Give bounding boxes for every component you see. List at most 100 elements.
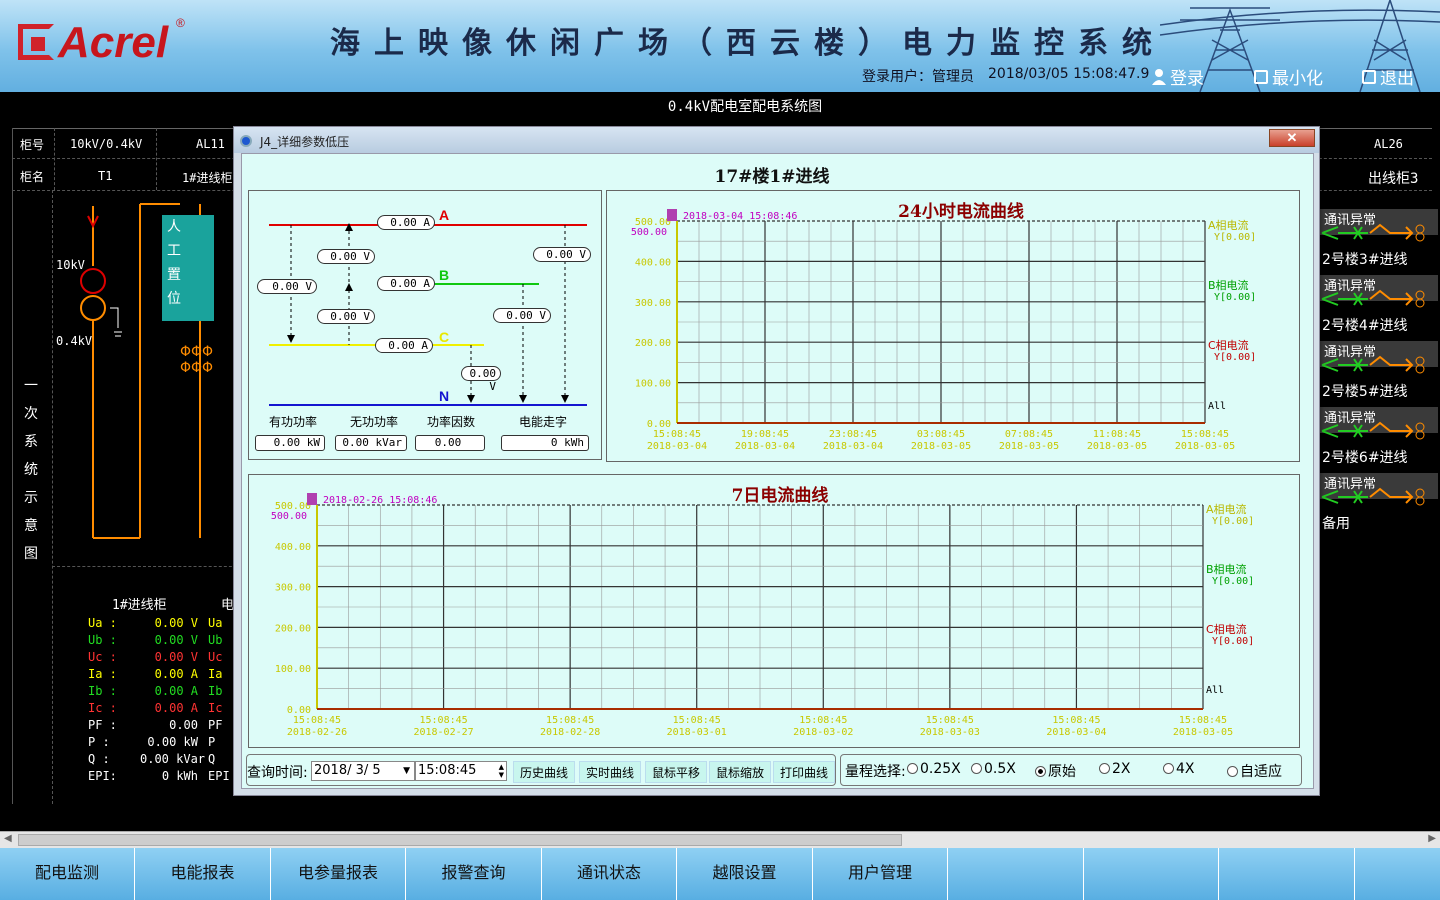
y-tick-label: 200.00 <box>275 623 311 634</box>
range-option[interactable]: 原始 <box>1035 761 1076 781</box>
right-cabinet-name: 2号楼5#进线 <box>1322 384 1408 400</box>
user-label: 登录用户：管理员 <box>862 69 974 85</box>
scroll-right-icon[interactable]: ▶ <box>1428 833 1436 844</box>
radio-icon[interactable] <box>1035 766 1046 777</box>
nav-item[interactable] <box>1084 848 1219 900</box>
scrollbar-thumb[interactable] <box>18 834 902 846</box>
radio-icon[interactable] <box>1227 766 1238 777</box>
measurement-row-2: P <box>208 735 216 749</box>
ubc-box: 0.00 V <box>317 309 375 324</box>
y-top-label: 500.00 <box>271 511 307 522</box>
measurement-row: EPI: 0 kWh <box>88 769 198 783</box>
login-button[interactable]: 登录 <box>1152 64 1204 89</box>
radio-icon[interactable] <box>1099 763 1110 774</box>
legend-entry: B相电流 <box>1208 278 1249 292</box>
right-cabinet-row[interactable]: 通讯异常 2号楼3#进线 <box>1320 205 1438 271</box>
nav-item[interactable]: 电参量报表 <box>271 848 406 900</box>
measurement-row: Uc :0.00 V <box>88 650 198 664</box>
time-spinner[interactable]: 15:08:45 ▲ ▼ <box>415 761 507 781</box>
phase-a-label: A <box>439 207 450 223</box>
legend-all[interactable]: All <box>1208 401 1226 412</box>
legend-value: Y[0.00] <box>1212 576 1254 587</box>
range-option[interactable]: 4X <box>1163 761 1195 777</box>
right-cabinet-row[interactable]: 通讯异常 2号楼6#进线 <box>1320 403 1438 469</box>
x-tick-time: 15:08:45 <box>799 715 847 726</box>
cabinet-no-last: AL26 <box>1374 137 1403 151</box>
dropdown-arrow-icon: ▼ <box>403 766 410 776</box>
x-tick-time: 15:08:45 <box>293 715 341 726</box>
date-picker[interactable]: 2018/ 3/ 5 ▼ <box>311 761 415 781</box>
measurement-row-2: Ia <box>208 667 223 681</box>
nav-item[interactable]: 通讯状态 <box>542 848 677 900</box>
nav-item[interactable]: 报警查询 <box>407 848 542 900</box>
ia-box: 0.00 A <box>377 215 435 230</box>
horizontal-scrollbar[interactable]: ◀ ▶ <box>0 831 1440 848</box>
radio-icon[interactable] <box>1163 763 1174 774</box>
history-curve-button[interactable]: 历史曲线 <box>513 761 575 783</box>
y-tick-label: 400.00 <box>635 257 671 268</box>
nav-item[interactable]: 越限设置 <box>678 848 813 900</box>
y-tick-label: 100.00 <box>275 664 311 675</box>
user-name: 管理员 <box>932 69 974 85</box>
x-tick-time: 15:08:45 <box>546 715 594 726</box>
nav-item[interactable]: 配电监测 <box>0 848 135 900</box>
y-tick-label: 300.00 <box>275 583 311 594</box>
nav-item[interactable] <box>1355 848 1440 900</box>
switch-symbol-icon <box>1321 421 1425 440</box>
legend-value: Y[0.00] <box>1214 292 1256 303</box>
range-option[interactable]: 0.5X <box>971 761 1016 777</box>
x-tick-date: 2018-03-05 <box>1173 727 1233 738</box>
measurement-row-2: PF <box>208 718 223 732</box>
x-tick-date: 2018-03-01 <box>667 727 727 738</box>
nav-item[interactable]: 用户管理 <box>813 848 948 900</box>
active-power-value: 0.00 kW <box>255 435 325 451</box>
cabinet-no-2: AL11 <box>196 137 225 151</box>
radio-icon[interactable] <box>971 763 982 774</box>
ic-box: 0.00 A <box>375 338 433 353</box>
diagram-title: 0.4kV配电室配电系统图 <box>667 99 823 115</box>
realtime-curve-button[interactable]: 实时曲线 <box>579 761 641 783</box>
range-option[interactable]: 自适应 <box>1227 761 1282 781</box>
legend-all[interactable]: All <box>1206 685 1224 696</box>
x-tick-date: 2018-03-03 <box>920 727 980 738</box>
x-tick-date: 2018-03-05 <box>999 441 1059 452</box>
dialog-body: 17#楼1#进线 A B C N 0.00 A 0.00 A 0.00 A 0.… <box>241 153 1314 789</box>
x-tick-time: 03:08:45 <box>917 429 965 440</box>
range-option[interactable]: 0.25X <box>907 761 961 777</box>
right-cabinet-row[interactable]: 通讯异常 2号楼5#进线 <box>1320 337 1438 403</box>
radio-icon[interactable] <box>907 763 918 774</box>
query-time-label: 查询时间: <box>247 765 308 781</box>
acrel-logo: Acrel ® <box>18 16 208 68</box>
chart-24h[interactable]: 0.00100.00200.00300.00400.00500.00500.00… <box>607 191 1301 463</box>
measurement-list-2: Ua Ub Uc Ia Ib Ic PF P Q EPI <box>208 616 230 786</box>
y-tick-label: 300.00 <box>635 298 671 309</box>
close-button[interactable]: ✕ <box>1269 129 1315 147</box>
scroll-left-icon[interactable]: ◀ <box>4 833 12 844</box>
range-option[interactable]: 2X <box>1099 761 1131 777</box>
nav-item[interactable] <box>1220 848 1355 900</box>
system-title: 海上映像休闲广场（西云楼）电力监控系统 <box>330 26 1166 61</box>
mouse-pan-button[interactable]: 鼠标平移 <box>645 761 707 783</box>
minimize-button[interactable]: 最小化 <box>1254 64 1323 89</box>
print-curve-button[interactable]: 打印曲线 <box>773 761 835 783</box>
chart-7d[interactable]: 0.00100.00200.00300.00400.00500.00500.00… <box>249 475 1301 749</box>
cursor-label: 2018-02-26 15:08:46 <box>323 495 437 506</box>
exit-button[interactable]: 退出 <box>1362 64 1414 89</box>
x-tick-time: 15:08:45 <box>1179 715 1227 726</box>
cursor-marker[interactable] <box>667 209 677 221</box>
measurement-row: Ia :0.00 A <box>88 667 198 681</box>
right-cabinet-row[interactable]: 通讯异常 备用 <box>1320 469 1438 535</box>
right-cabinet-row[interactable]: 通讯异常 2号楼4#进线 <box>1320 271 1438 337</box>
measurement-row: Ib :0.00 A <box>88 684 198 698</box>
x-tick-time: 11:08:45 <box>1093 429 1141 440</box>
app-icon <box>240 135 252 147</box>
nav-item[interactable] <box>949 848 1084 900</box>
mouse-zoom-button[interactable]: 鼠标缩放 <box>709 761 771 783</box>
cursor-marker[interactable] <box>307 493 317 505</box>
measurement-row: PF :0.00 <box>88 718 198 732</box>
dialog-titlebar[interactable]: J4_详细参数低压 ✕ <box>234 127 1319 153</box>
spinner-arrows-icon[interactable]: ▲ ▼ <box>499 763 504 779</box>
cursor-label: 2018-03-04 15:08:46 <box>683 211 797 222</box>
registered-mark: ® <box>176 16 185 30</box>
nav-item[interactable]: 电能报表 <box>136 848 271 900</box>
